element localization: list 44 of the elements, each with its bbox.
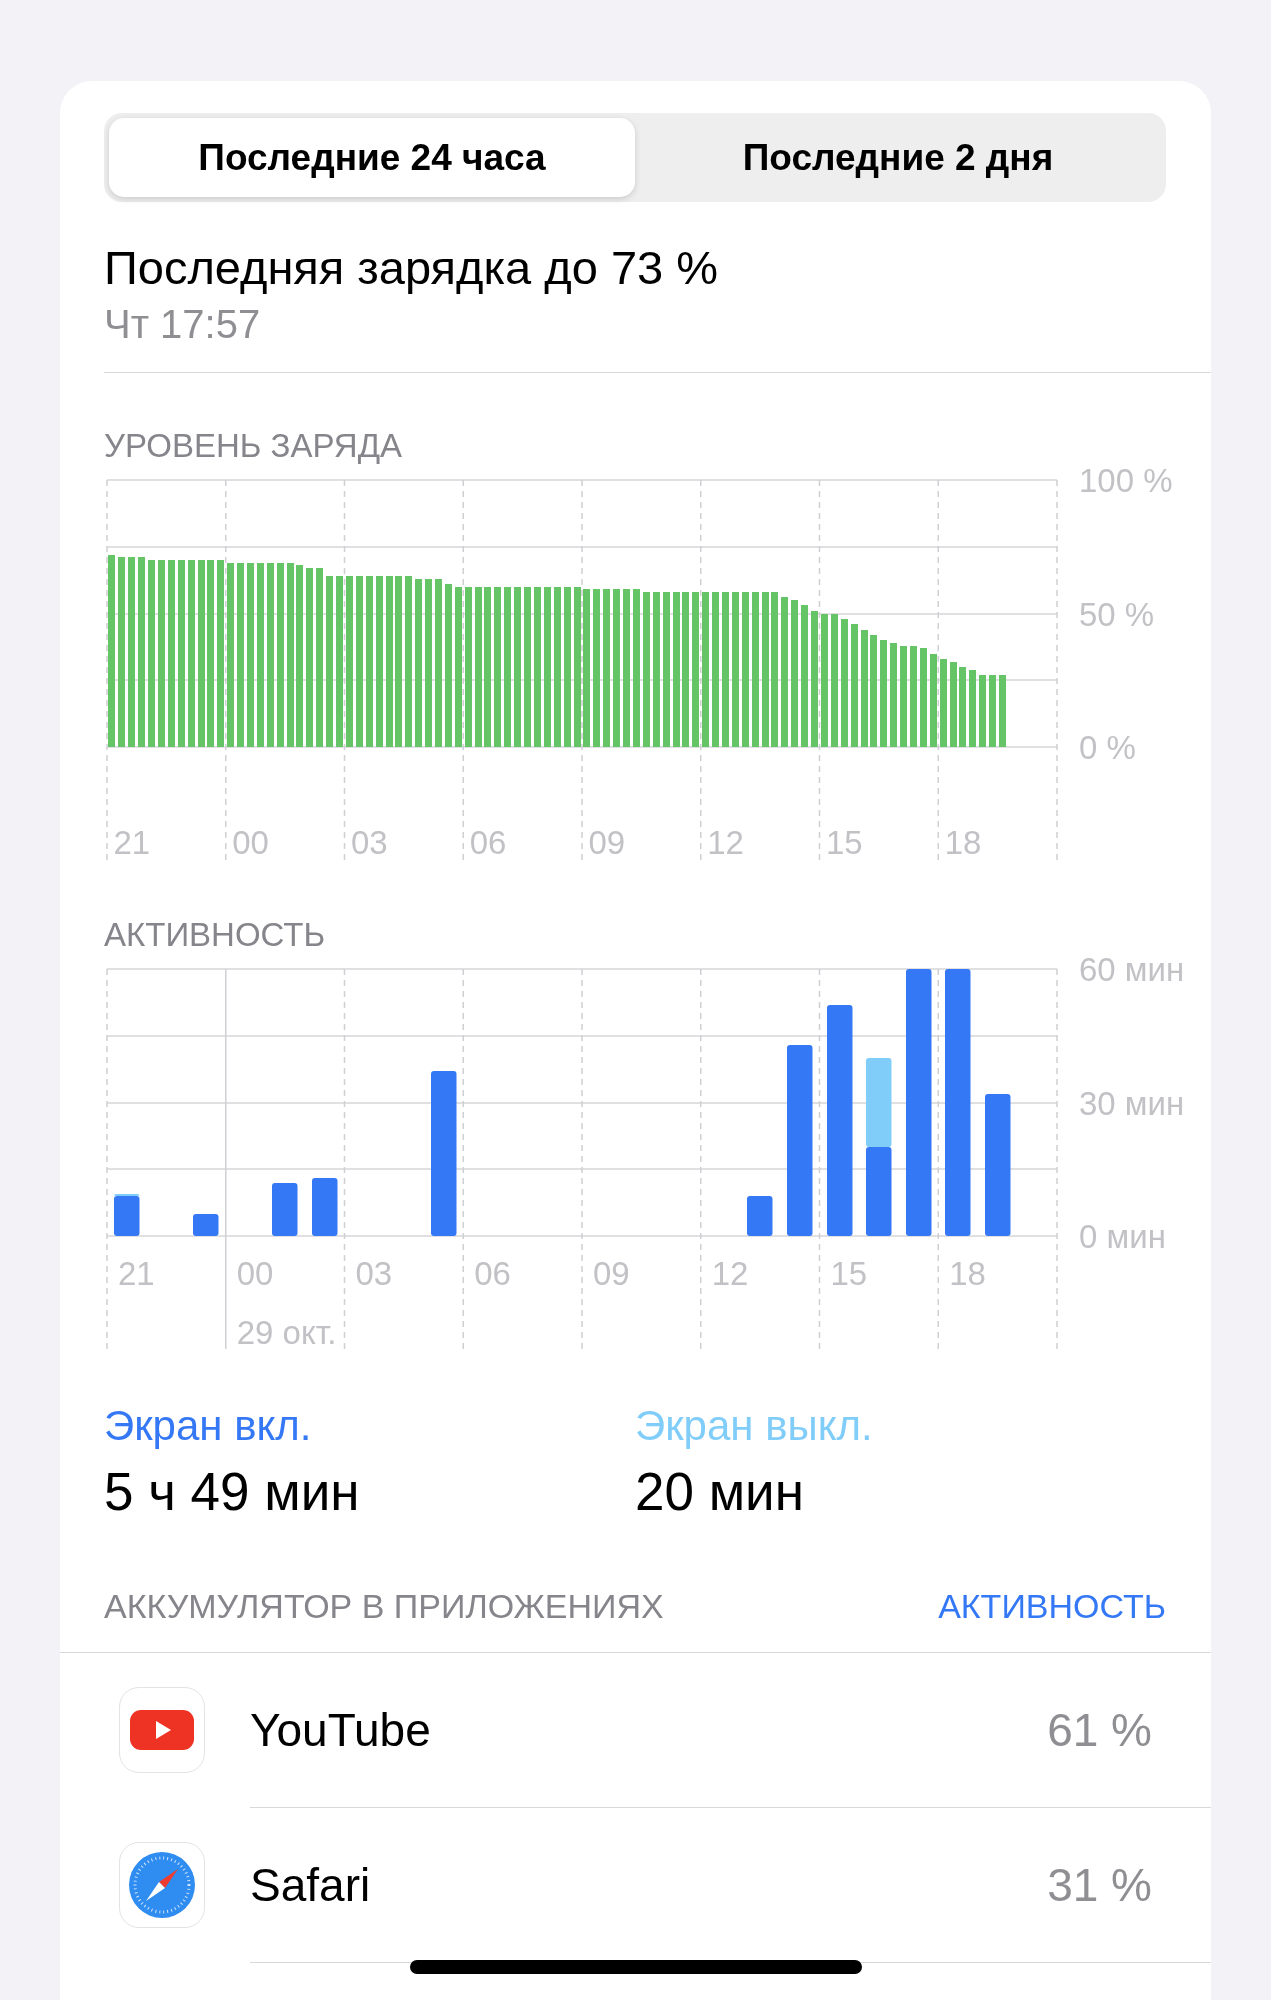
axis-tick-label: 03 [355, 1255, 393, 1293]
last-charge-time: Чт 17:57 [104, 301, 262, 349]
legend-label: Экран вкл. [104, 1401, 313, 1452]
axis-tick-label: 09 [588, 824, 626, 862]
axis-tick-label: 18 [944, 824, 982, 862]
axis-tick-label: 0 мин [1079, 1218, 1166, 1256]
legend-label: Экран выкл. [635, 1401, 874, 1452]
app-name: Safari [250, 1858, 371, 1912]
last-charge-title: Последняя зарядка до 73 % [104, 240, 719, 296]
date-label: 29 окт. [236, 1314, 337, 1352]
app-name: YouTube [250, 1703, 431, 1757]
axis-tick-label: 15 [825, 824, 863, 862]
bar [747, 1196, 773, 1237]
axis-tick-label: 06 [474, 1255, 511, 1293]
axis-tick-label: 18 [949, 1255, 986, 1293]
axis-tick-label: 03 [350, 824, 388, 862]
section-title: АККУМУЛЯТОР В ПРИЛОЖЕНИЯХ [104, 1586, 664, 1628]
section-title: АКТИВНОСТЬ [104, 918, 327, 952]
section-title: УРОВЕНЬ ЗАРЯДА [104, 429, 403, 463]
axis-tick-label: 21 [118, 1255, 155, 1293]
axis-tick-label: 09 [593, 1255, 630, 1293]
axis-tick-label: 0 % [1079, 729, 1136, 767]
activity-link[interactable]: АКТИВНОСТЬ [938, 1581, 1166, 1633]
bar [272, 1183, 298, 1237]
usage-percent: 61 % [1047, 1703, 1152, 1757]
axis-tick-label: 30 мин [1079, 1084, 1185, 1122]
axis-tick-label: 100 % [1079, 462, 1173, 500]
axis-tick-label: 00 [236, 1255, 274, 1293]
bar [312, 1178, 338, 1237]
duration-value: 20 мин [635, 1460, 805, 1523]
axis-tick-label: 00 [232, 824, 269, 862]
axis-tick-label: 15 [830, 1255, 868, 1293]
axis-tick-label: 50 % [1079, 595, 1155, 633]
usage-percent: 31 % [1047, 1858, 1152, 1912]
duration-value: 5 ч 49 мин [104, 1460, 361, 1523]
segment-tab[interactable]: Последние 24 часа [109, 118, 635, 197]
axis-tick-label: 06 [469, 824, 507, 862]
bar [193, 1214, 219, 1237]
home-indicator[interactable] [410, 1960, 862, 1974]
segment-tab[interactable]: Последние 2 дня [635, 118, 1161, 197]
axis-tick-label: 12 [711, 1255, 749, 1293]
axis-tick-label: 12 [707, 824, 744, 862]
axis-tick-label: 21 [113, 824, 151, 862]
axis-tick-label: 60 мин [1079, 951, 1185, 989]
